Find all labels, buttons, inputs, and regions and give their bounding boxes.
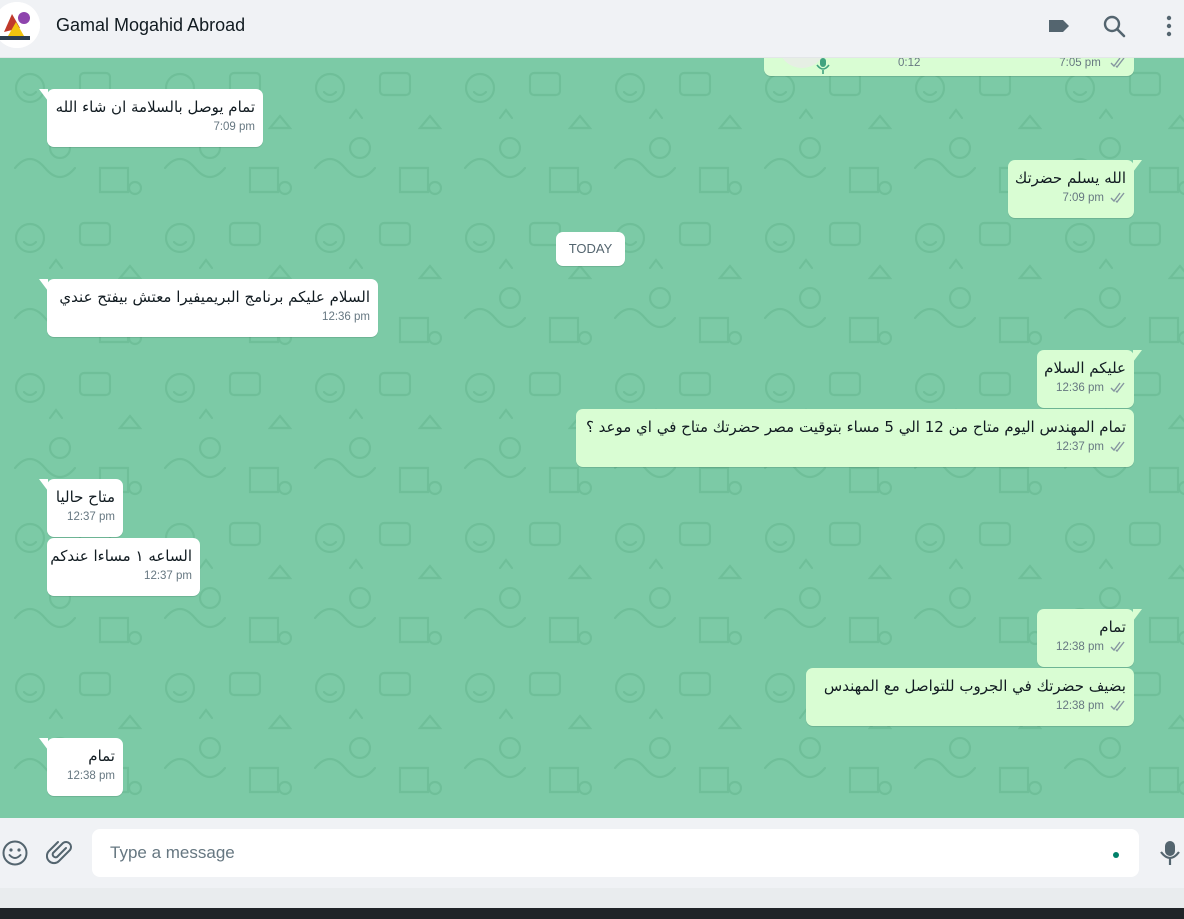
message-incoming[interactable]: السلام عليكم برنامج البريميفيرا معتش بيف… xyxy=(39,279,378,337)
message-text: متاح حاليا xyxy=(55,488,115,506)
message-time: 12:38 pm xyxy=(1056,700,1104,712)
contact-avatar[interactable] xyxy=(0,2,40,48)
message-time: 12:36 pm xyxy=(1056,382,1104,394)
message-outgoing[interactable]: تمام المهندس اليوم متاح من 12 الي 5 مساء… xyxy=(576,409,1134,467)
message-input[interactable] xyxy=(92,829,1139,877)
message-incoming[interactable]: متاح حاليا 12:37 pm xyxy=(39,479,123,537)
message-text: تمام المهندس اليوم متاح من 12 الي 5 مساء… xyxy=(585,418,1126,436)
message-text: بضيف حضرتك في الجروب للتواصل مع المهندس xyxy=(823,677,1126,695)
input-indicator-dot xyxy=(1113,852,1119,858)
chat-header: Gamal Mogahid Abroad xyxy=(0,0,1184,58)
message-outgoing[interactable]: الله يسلم حضرتك 7:09 pm xyxy=(1008,160,1142,218)
message-time: 7:09 pm xyxy=(213,121,255,133)
os-taskbar xyxy=(0,908,1184,919)
message-time: 7:09 pm xyxy=(1062,192,1104,204)
message-meta: 12:38 pm xyxy=(815,700,1126,714)
message-meta: 12:37 pm xyxy=(56,511,115,525)
read-ticks-icon xyxy=(1110,442,1125,453)
voice-time: 7:05 pm xyxy=(1059,58,1126,69)
message-text: تمام يوصل بالسلامة ان شاء الله xyxy=(55,98,255,116)
read-ticks-icon xyxy=(1110,193,1125,204)
message-incoming[interactable]: تمام 12:38 pm xyxy=(39,738,123,796)
message-time: 12:37 pm xyxy=(1056,441,1104,453)
message-meta: 7:09 pm xyxy=(56,121,255,135)
search-icon[interactable] xyxy=(1101,13,1127,39)
message-incoming[interactable]: الساعه ١ مساءا عندكم 12:37 pm xyxy=(47,538,200,596)
message-time: 12:38 pm xyxy=(1056,641,1104,653)
date-divider: TODAY xyxy=(556,232,625,266)
microphone-icon xyxy=(816,58,830,79)
message-outgoing[interactable]: بضيف حضرتك في الجروب للتواصل مع المهندس … xyxy=(806,668,1134,726)
emoji-icon[interactable] xyxy=(1,839,29,867)
message-time: 12:36 pm xyxy=(322,311,370,323)
message-outgoing[interactable]: عليكم السلام 12:36 pm xyxy=(1037,350,1142,408)
attach-icon[interactable] xyxy=(45,839,74,867)
read-ticks-icon xyxy=(1110,642,1125,653)
window-bottom-strip xyxy=(0,888,1184,908)
chat-area[interactable]: 0:12 7:05 pm تمام يوصل بالسلامة ان شاء ا… xyxy=(0,58,1184,818)
more-options-icon[interactable] xyxy=(1157,13,1183,39)
contact-name[interactable]: Gamal Mogahid Abroad xyxy=(56,15,245,36)
message-meta: 12:37 pm xyxy=(56,570,192,584)
message-meta: 12:36 pm xyxy=(1046,382,1126,396)
read-ticks-icon xyxy=(1110,701,1125,712)
message-incoming[interactable]: تمام يوصل بالسلامة ان شاء الله 7:09 pm xyxy=(39,89,263,147)
message-meta: 12:37 pm xyxy=(585,441,1126,455)
message-meta: 7:09 pm xyxy=(1017,192,1126,206)
message-time: 7:05 pm xyxy=(1059,58,1101,69)
message-meta: 12:38 pm xyxy=(56,770,115,784)
read-ticks-icon xyxy=(1110,58,1125,69)
label-icon[interactable] xyxy=(1046,13,1072,39)
message-text: عليكم السلام xyxy=(1044,359,1126,377)
read-ticks-icon xyxy=(1110,383,1125,394)
message-text: تمام xyxy=(1099,618,1126,636)
message-text: السلام عليكم برنامج البريميفيرا معتش بيف… xyxy=(59,288,370,306)
microphone-icon[interactable] xyxy=(1156,839,1184,867)
voice-duration: 0:12 xyxy=(898,58,921,69)
message-text: الساعه ١ مساءا عندكم xyxy=(50,547,192,565)
message-meta: 12:38 pm xyxy=(1046,641,1126,655)
composer-bar xyxy=(0,818,1184,888)
message-text: الله يسلم حضرتك xyxy=(1014,169,1126,187)
message-text: تمام xyxy=(88,747,115,765)
message-time: 12:38 pm xyxy=(67,770,115,782)
voice-message[interactable]: 0:12 7:05 pm xyxy=(764,58,1134,76)
message-time: 12:37 pm xyxy=(67,511,115,523)
message-time: 12:37 pm xyxy=(144,570,192,582)
message-meta: 12:36 pm xyxy=(56,311,370,325)
message-outgoing[interactable]: تمام 12:38 pm xyxy=(1037,609,1142,667)
